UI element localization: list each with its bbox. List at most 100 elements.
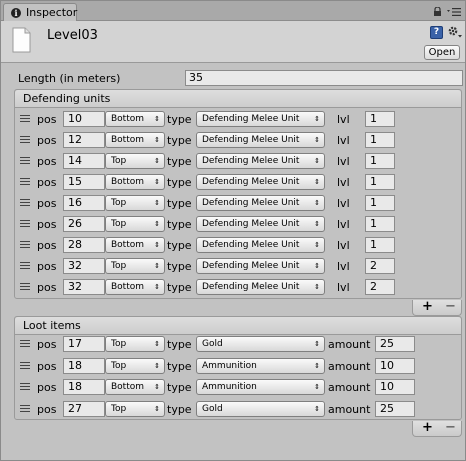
unit-type-dropdown[interactable]: Defending Melee Unit ⇕ bbox=[196, 132, 325, 148]
add-loot-item-button[interactable]: + bbox=[422, 421, 433, 435]
dropdown-arrow-icon: ⇕ bbox=[154, 241, 160, 249]
unit-type-dropdown-value: Defending Melee Unit bbox=[202, 240, 300, 250]
add-defending-unit-button[interactable]: + bbox=[422, 300, 433, 314]
unit-type-dropdown[interactable]: Defending Melee Unit ⇕ bbox=[196, 216, 325, 232]
drag-handle-icon[interactable] bbox=[20, 199, 30, 206]
defending-unit-row: pos 32 Top ⇕ type Defending Melee Unit ⇕ lvl 2 bbox=[15, 257, 461, 278]
item-type-dropdown[interactable]: Gold ⇕ bbox=[196, 336, 325, 352]
drag-handle-icon[interactable] bbox=[20, 262, 30, 269]
help-icon[interactable]: ? bbox=[430, 26, 443, 39]
side-dropdown[interactable]: Top ⇕ bbox=[105, 216, 165, 232]
side-dropdown[interactable]: Top ⇕ bbox=[105, 336, 165, 352]
item-type-dropdown[interactable]: Ammunition ⇕ bbox=[196, 379, 325, 395]
side-dropdown-value: Bottom bbox=[111, 177, 145, 187]
unit-type-dropdown[interactable]: Defending Melee Unit ⇕ bbox=[196, 195, 325, 211]
unit-type-dropdown[interactable]: Defending Melee Unit ⇕ bbox=[196, 258, 325, 274]
lock-icon[interactable] bbox=[433, 7, 442, 16]
lvl-field[interactable]: 1 bbox=[365, 216, 395, 232]
side-dropdown[interactable]: Bottom ⇕ bbox=[105, 279, 165, 295]
pos-field[interactable]: 32 bbox=[63, 279, 105, 295]
lvl-field[interactable]: 1 bbox=[365, 111, 395, 127]
lvl-field[interactable]: 1 bbox=[365, 153, 395, 169]
lvl-field[interactable]: 1 bbox=[365, 132, 395, 148]
pos-label: pos bbox=[37, 402, 57, 416]
item-type-dropdown[interactable]: Ammunition ⇕ bbox=[196, 357, 325, 374]
drag-handle-icon[interactable] bbox=[20, 340, 30, 347]
lvl-label: lvl bbox=[337, 281, 350, 294]
pos-label: pos bbox=[37, 338, 57, 351]
side-dropdown[interactable]: Bottom ⇕ bbox=[105, 379, 165, 395]
lvl-field[interactable]: 1 bbox=[365, 174, 395, 190]
amount-field[interactable]: 10 bbox=[375, 357, 415, 374]
unit-type-dropdown[interactable]: Defending Melee Unit ⇕ bbox=[196, 174, 325, 190]
dropdown-arrow-icon: ⇕ bbox=[154, 115, 160, 123]
lvl-field[interactable]: 2 bbox=[365, 258, 395, 274]
item-type-dropdown-value: Gold bbox=[202, 339, 223, 349]
side-dropdown-value: Bottom bbox=[111, 240, 145, 250]
pos-field[interactable]: 18 bbox=[63, 357, 105, 374]
item-type-dropdown[interactable]: Gold ⇕ bbox=[196, 400, 325, 417]
pos-field[interactable]: 26 bbox=[63, 216, 105, 232]
side-dropdown-value: Top bbox=[111, 261, 127, 271]
side-dropdown[interactable]: Top ⇕ bbox=[105, 195, 165, 211]
unit-type-dropdown[interactable]: Defending Melee Unit ⇕ bbox=[196, 237, 325, 253]
drag-handle-icon[interactable] bbox=[20, 220, 30, 227]
amount-field[interactable]: 25 bbox=[375, 400, 415, 417]
menu-icon[interactable] bbox=[447, 7, 461, 17]
side-dropdown[interactable]: Bottom ⇕ bbox=[105, 132, 165, 148]
unit-type-dropdown-value: Defending Melee Unit bbox=[202, 135, 300, 145]
pos-field[interactable]: 32 bbox=[63, 258, 105, 274]
length-field[interactable]: 35 bbox=[185, 70, 463, 86]
side-dropdown[interactable]: Bottom ⇕ bbox=[105, 174, 165, 190]
pos-field[interactable]: 10 bbox=[63, 111, 105, 127]
drag-handle-icon[interactable] bbox=[20, 136, 30, 143]
pos-field[interactable]: 12 bbox=[63, 132, 105, 148]
unit-type-dropdown[interactable]: Defending Melee Unit ⇕ bbox=[196, 153, 325, 169]
item-type-dropdown-value: Ammunition bbox=[202, 382, 257, 392]
unit-type-dropdown[interactable]: Defending Melee Unit ⇕ bbox=[196, 279, 325, 295]
side-dropdown[interactable]: Top ⇕ bbox=[105, 258, 165, 274]
unit-type-dropdown-value: Defending Melee Unit bbox=[202, 156, 300, 166]
drag-handle-icon[interactable] bbox=[20, 157, 30, 164]
drag-handle-icon[interactable] bbox=[20, 178, 30, 185]
tab-inspector[interactable]: i Inspector bbox=[3, 3, 77, 22]
remove-defending-unit-button[interactable]: − bbox=[445, 300, 456, 314]
open-button[interactable]: Open bbox=[424, 45, 460, 60]
item-type-dropdown-value: Ammunition bbox=[202, 360, 257, 371]
settings-icon[interactable] bbox=[447, 25, 463, 41]
pos-field[interactable]: 28 bbox=[63, 237, 105, 253]
side-dropdown-value: Top bbox=[111, 198, 127, 208]
pos-field[interactable]: 15 bbox=[63, 174, 105, 190]
defending-units-title[interactable]: Defending units bbox=[15, 90, 461, 108]
dropdown-arrow-icon: ⇕ bbox=[154, 361, 160, 370]
unit-type-dropdown[interactable]: Defending Melee Unit ⇕ bbox=[196, 111, 325, 127]
side-dropdown-value: Top bbox=[111, 156, 127, 166]
type-label: type bbox=[167, 359, 192, 373]
side-dropdown[interactable]: Top ⇕ bbox=[105, 357, 165, 374]
drag-handle-icon[interactable] bbox=[20, 115, 30, 122]
side-dropdown[interactable]: Top ⇕ bbox=[105, 153, 165, 169]
lvl-field[interactable]: 1 bbox=[365, 195, 395, 211]
remove-loot-item-button[interactable]: − bbox=[445, 421, 456, 435]
pos-label: pos bbox=[37, 155, 57, 168]
amount-field[interactable]: 25 bbox=[375, 336, 415, 352]
lvl-field[interactable]: 1 bbox=[365, 237, 395, 253]
side-dropdown[interactable]: Bottom ⇕ bbox=[105, 111, 165, 127]
pos-field[interactable]: 18 bbox=[63, 379, 105, 395]
pos-field[interactable]: 27 bbox=[63, 400, 105, 417]
pos-field[interactable]: 14 bbox=[63, 153, 105, 169]
drag-handle-icon[interactable] bbox=[20, 404, 30, 412]
lvl-field[interactable]: 2 bbox=[365, 279, 395, 295]
drag-handle-icon[interactable] bbox=[20, 283, 30, 290]
pos-field[interactable]: 17 bbox=[63, 336, 105, 352]
dropdown-arrow-icon: ⇕ bbox=[314, 115, 320, 123]
defending-unit-row: pos 15 Bottom ⇕ type Defending Melee Unit ⇕ lvl… bbox=[15, 173, 461, 194]
drag-handle-icon[interactable] bbox=[20, 361, 30, 369]
side-dropdown[interactable]: Bottom ⇕ bbox=[105, 237, 165, 253]
drag-handle-icon[interactable] bbox=[20, 383, 30, 390]
drag-handle-icon[interactable] bbox=[20, 241, 30, 248]
amount-field[interactable]: 10 bbox=[375, 379, 415, 395]
side-dropdown[interactable]: Top ⇕ bbox=[105, 400, 165, 417]
pos-field[interactable]: 16 bbox=[63, 195, 105, 211]
loot-items-title[interactable]: Loot items bbox=[15, 317, 461, 335]
